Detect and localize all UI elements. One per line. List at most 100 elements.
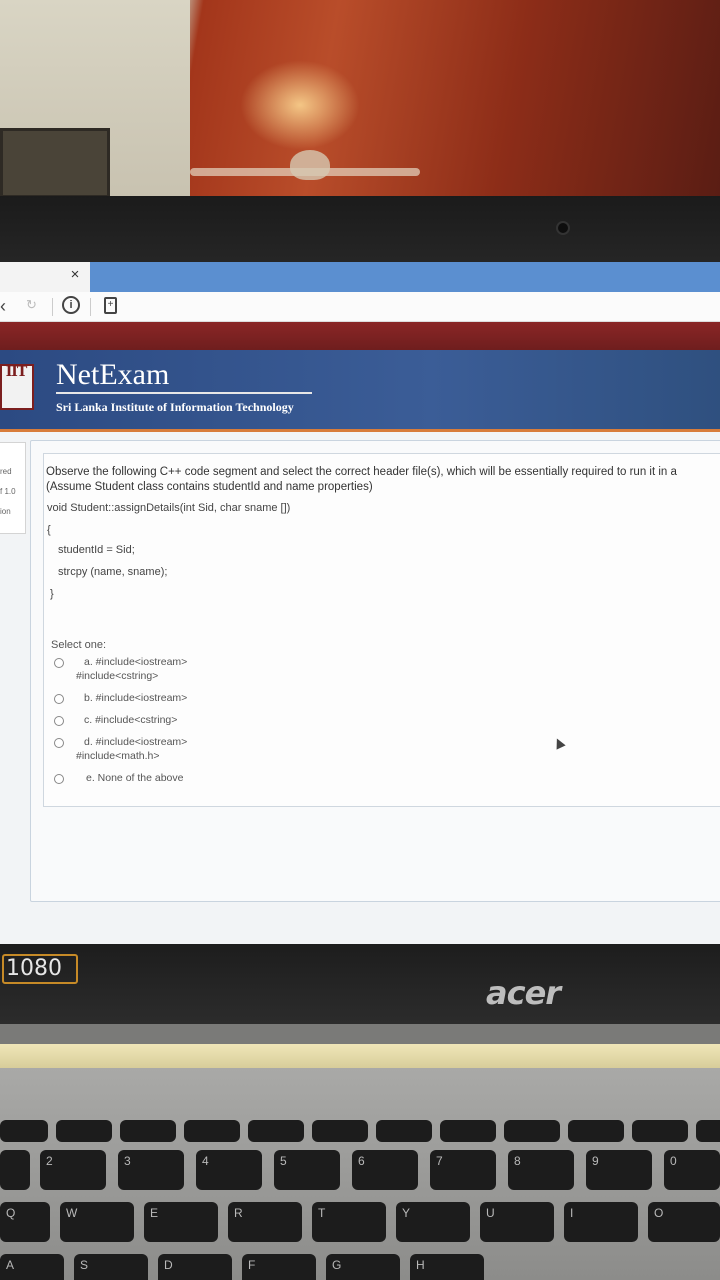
code-line: strcpy (name, sname); — [58, 566, 168, 578]
fn-key[interactable] — [696, 1120, 720, 1142]
key-3[interactable]: 3 — [118, 1150, 184, 1190]
browser-tab-bar: × — [0, 262, 720, 292]
site-header: IIT NetExam Sri Lanka Institute of Infor… — [0, 350, 720, 432]
key-label: 9 — [592, 1154, 599, 1168]
key-label: U — [486, 1206, 495, 1220]
fn-key[interactable] — [440, 1120, 496, 1142]
picture-frame — [0, 128, 110, 198]
option-label: a. #include<iostream> — [84, 656, 188, 668]
key-label: 5 — [280, 1154, 287, 1168]
radio-button[interactable] — [54, 738, 64, 748]
key-label: R — [234, 1206, 243, 1220]
page-action-icon[interactable]: + — [104, 297, 117, 314]
question-card: Observe the following C++ code segment a… — [30, 440, 720, 902]
question-info-panel: red f 1.0 ion — [0, 442, 26, 534]
key-h[interactable]: H — [410, 1254, 484, 1280]
option-e[interactable]: e. None of the above — [54, 772, 354, 792]
fn-key[interactable] — [184, 1120, 240, 1142]
radio-button[interactable] — [54, 658, 64, 668]
laptop-deck-edge — [0, 1044, 720, 1068]
site-title[interactable]: NetExam — [56, 358, 169, 392]
key-label: A — [6, 1258, 15, 1272]
option-d[interactable]: d. #include<iostream> #include<math.h> — [54, 736, 354, 762]
key-label: Y — [402, 1206, 411, 1220]
key-f[interactable]: F — [242, 1254, 316, 1280]
code-line: } — [50, 588, 54, 600]
option-label-line2: #include<cstring> — [76, 670, 159, 682]
fn-key[interactable] — [632, 1120, 688, 1142]
browser-tab-active[interactable] — [90, 262, 720, 292]
option-label: d. #include<iostream> — [84, 736, 188, 748]
fn-key[interactable] — [504, 1120, 560, 1142]
key-t[interactable]: T — [312, 1202, 386, 1242]
home-key-row: A S D F G H — [0, 1254, 720, 1280]
laptop-hinge — [0, 1024, 720, 1044]
site-top-band — [0, 322, 720, 350]
fn-key[interactable] — [120, 1120, 176, 1142]
key-2[interactable]: 2 — [40, 1150, 106, 1190]
key-r[interactable]: R — [228, 1202, 302, 1242]
option-label: c. #include<cstring> — [84, 714, 178, 726]
key-e[interactable]: E — [144, 1202, 218, 1242]
fn-key[interactable] — [248, 1120, 304, 1142]
option-label: e. None of the above — [86, 772, 184, 784]
radio-button[interactable] — [54, 774, 64, 784]
key-u[interactable]: U — [480, 1202, 554, 1242]
laptop-bottom-bezel: 1080 acer — [0, 944, 720, 1024]
key-label: E — [150, 1206, 159, 1220]
key-4[interactable]: 4 — [196, 1150, 262, 1190]
key-0[interactable]: 0 — [664, 1150, 720, 1190]
code-line: void Student::assignDetails(int Sid, cha… — [47, 502, 291, 514]
key-label: 6 — [358, 1154, 365, 1168]
key-g[interactable]: G — [326, 1254, 400, 1280]
key-8[interactable]: 8 — [508, 1150, 574, 1190]
key-label: D — [164, 1258, 173, 1272]
key-label: 2 — [46, 1154, 53, 1168]
question-text: Observe the following C++ code segment a… — [46, 466, 677, 478]
key-9[interactable]: 9 — [586, 1150, 652, 1190]
key-label: 8 — [514, 1154, 521, 1168]
webcam-icon — [556, 221, 570, 235]
key-7[interactable]: 7 — [430, 1150, 496, 1190]
number-key-row: 2 3 4 5 6 7 8 9 0 — [0, 1150, 720, 1194]
key-y[interactable]: Y — [396, 1202, 470, 1242]
letter-key-row: Q W E R T Y U I O — [0, 1202, 720, 1246]
info-icon[interactable]: i — [62, 296, 80, 314]
option-label-line2: #include<math.h> — [76, 750, 160, 762]
select-one-label: Select one: — [51, 639, 107, 651]
radio-button[interactable] — [54, 694, 64, 704]
key-o[interactable]: O — [648, 1202, 720, 1242]
key-label: S — [80, 1258, 89, 1272]
key-1[interactable] — [0, 1150, 30, 1190]
option-a[interactable]: a. #include<iostream> #include<cstring> — [54, 656, 354, 682]
fn-key[interactable] — [312, 1120, 368, 1142]
question-body: Observe the following C++ code segment a… — [43, 453, 720, 807]
key-a[interactable]: A — [0, 1254, 64, 1280]
key-w[interactable]: W — [60, 1202, 134, 1242]
option-b[interactable]: b. #include<iostream> — [54, 692, 354, 712]
code-line: studentId = Sid; — [58, 544, 135, 556]
resolution-sticker: 1080 — [2, 954, 78, 984]
fn-key[interactable] — [56, 1120, 112, 1142]
fn-key[interactable] — [568, 1120, 624, 1142]
nav-divider — [90, 298, 91, 316]
key-s[interactable]: S — [74, 1254, 148, 1280]
reload-icon[interactable]: ↻ — [26, 297, 42, 317]
fn-key[interactable] — [0, 1120, 48, 1142]
key-6[interactable]: 6 — [352, 1150, 418, 1190]
key-label: W — [66, 1206, 78, 1220]
ceiling-fan-icon — [290, 150, 330, 180]
tab-close-icon[interactable]: × — [66, 266, 84, 286]
key-label: O — [654, 1206, 664, 1220]
option-c[interactable]: c. #include<cstring> — [54, 714, 354, 734]
radio-button[interactable] — [54, 716, 64, 726]
key-d[interactable]: D — [158, 1254, 232, 1280]
fn-key[interactable] — [376, 1120, 432, 1142]
key-q[interactable]: Q — [0, 1202, 50, 1242]
page-content: red f 1.0 ion Observe the following C++ … — [0, 432, 720, 950]
key-5[interactable]: 5 — [274, 1150, 340, 1190]
question-flag[interactable]: ion — [0, 507, 11, 516]
nav-divider — [52, 298, 53, 316]
back-icon[interactable]: ‹ — [0, 296, 16, 316]
key-i[interactable]: I — [564, 1202, 638, 1242]
